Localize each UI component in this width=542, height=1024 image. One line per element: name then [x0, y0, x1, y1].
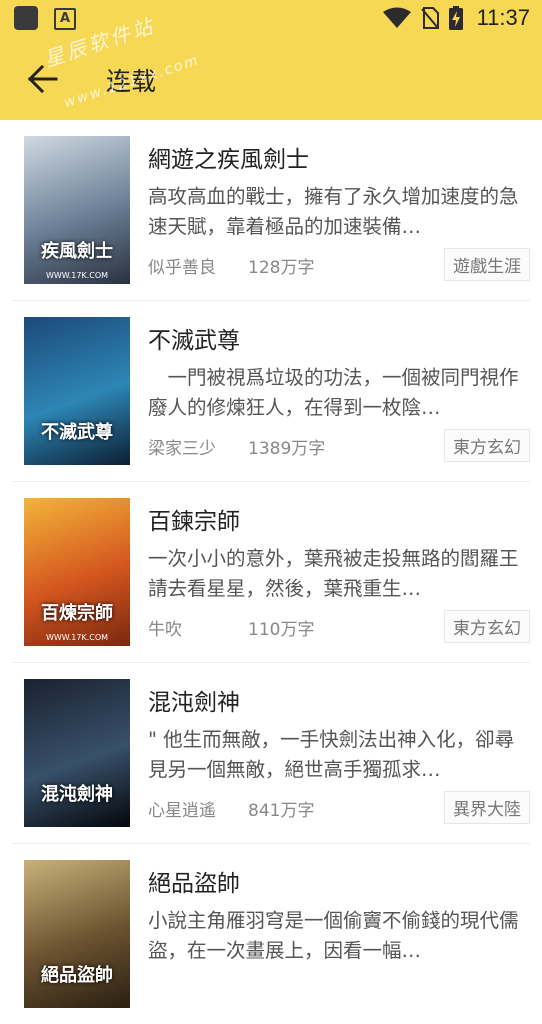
no-sim-icon — [420, 7, 439, 29]
book-author: 心星逍遙 — [148, 801, 216, 821]
book-description: 一次小小的意外，葉飛被走投無路的閻羅王請去看星星，然後，葉飛重生… — [148, 547, 519, 600]
book-title: 百鍊宗師 — [148, 509, 240, 535]
book-word-count: 1389万字 — [248, 439, 326, 459]
cover-title: 不滅武尊 — [41, 422, 113, 444]
cover-url: WWW.17K.COM — [45, 633, 109, 642]
book-description: 高攻高血的戰士，擁有了永久增加速度的急速天賦，靠着極品的加速裝備… — [148, 185, 519, 238]
book-title: 絕品盜帥 — [148, 871, 240, 897]
book-word-count: 841万字 — [248, 801, 315, 821]
book-description: 一門被視爲垃圾的功法，一個被同門視作廢人的修煉狂人，在得到一枚陰… — [148, 366, 519, 419]
book-title: 不滅武尊 — [148, 328, 240, 354]
book-list: 疾風劍士 WWW.17K.COM 網遊之疾風劍士 高攻高血的戰士，擁有了永久增加… — [0, 120, 542, 1024]
a-badge-icon: A — [54, 8, 76, 30]
status-icons: 11:37 — [382, 5, 530, 30]
book-description: 小說主角雁羽穹是一個偷竇不偷錢的現代儒盜，在一次畫展上，因看一幅… — [148, 909, 519, 962]
cover-title: 疾風劍士 — [41, 241, 113, 263]
book-item[interactable]: 疾風劍士 WWW.17K.COM 網遊之疾風劍士 高攻高血的戰士，擁有了永久增加… — [12, 120, 530, 301]
book-title: 網遊之疾風劍士 — [148, 147, 309, 173]
book-author: 梁家三少 — [148, 439, 216, 459]
cover-title: 絕品盜帥 — [41, 965, 113, 987]
status-time: 11:37 — [476, 5, 530, 30]
category-tag: 異界大陸 — [444, 791, 530, 824]
category-tag: 東方玄幻 — [444, 429, 530, 462]
app-square-icon — [14, 6, 38, 30]
book-item[interactable]: 不滅武尊 不滅武尊 一門被視爲垃圾的功法，一個被同門視作廢人的修煉狂人，在得到一… — [12, 301, 530, 482]
battery-charging-icon — [448, 6, 463, 30]
book-author: 似乎善良 — [148, 258, 216, 278]
cover-title: 混沌劍神 — [41, 784, 113, 806]
book-item[interactable]: 混沌劍神 混沌劍神 " 他生而無敵，一手快劍法出神入化，卻尋見另一個無敵，絕世高… — [12, 663, 530, 844]
wifi-icon — [382, 7, 411, 28]
book-cover: 不滅武尊 — [24, 317, 130, 465]
book-cover: 百煉宗師 WWW.17K.COM — [24, 498, 130, 646]
book-cover: 混沌劍神 — [24, 679, 130, 827]
book-description: " 他生而無敵，一手快劍法出神入化，卻尋見另一個無敵，絕世高手獨孤求… — [148, 728, 515, 781]
book-cover: 絕品盜帥 — [24, 860, 130, 1008]
book-word-count: 128万字 — [248, 258, 315, 278]
book-item[interactable]: 絕品盜帥 絕品盜帥 小說主角雁羽穹是一個偷竇不偷錢的現代儒盜，在一次畫展上，因看… — [12, 844, 530, 1024]
book-author: 牛吹 — [148, 620, 182, 640]
book-title: 混沌劍神 — [148, 690, 240, 716]
app-bar: A 11:37 连载 星辰软件站 www.121xx.com — [0, 0, 542, 120]
book-item[interactable]: 百煉宗師 WWW.17K.COM 百鍊宗師 一次小小的意外，葉飛被走投無路的閻羅… — [12, 482, 530, 663]
cover-title: 百煉宗師 — [41, 603, 113, 625]
category-tag: 東方玄幻 — [444, 610, 530, 643]
book-cover: 疾風劍士 WWW.17K.COM — [24, 136, 130, 284]
category-tag: 遊戲生涯 — [444, 248, 530, 281]
cover-url: WWW.17K.COM — [45, 271, 109, 280]
book-word-count: 110万字 — [248, 620, 315, 640]
